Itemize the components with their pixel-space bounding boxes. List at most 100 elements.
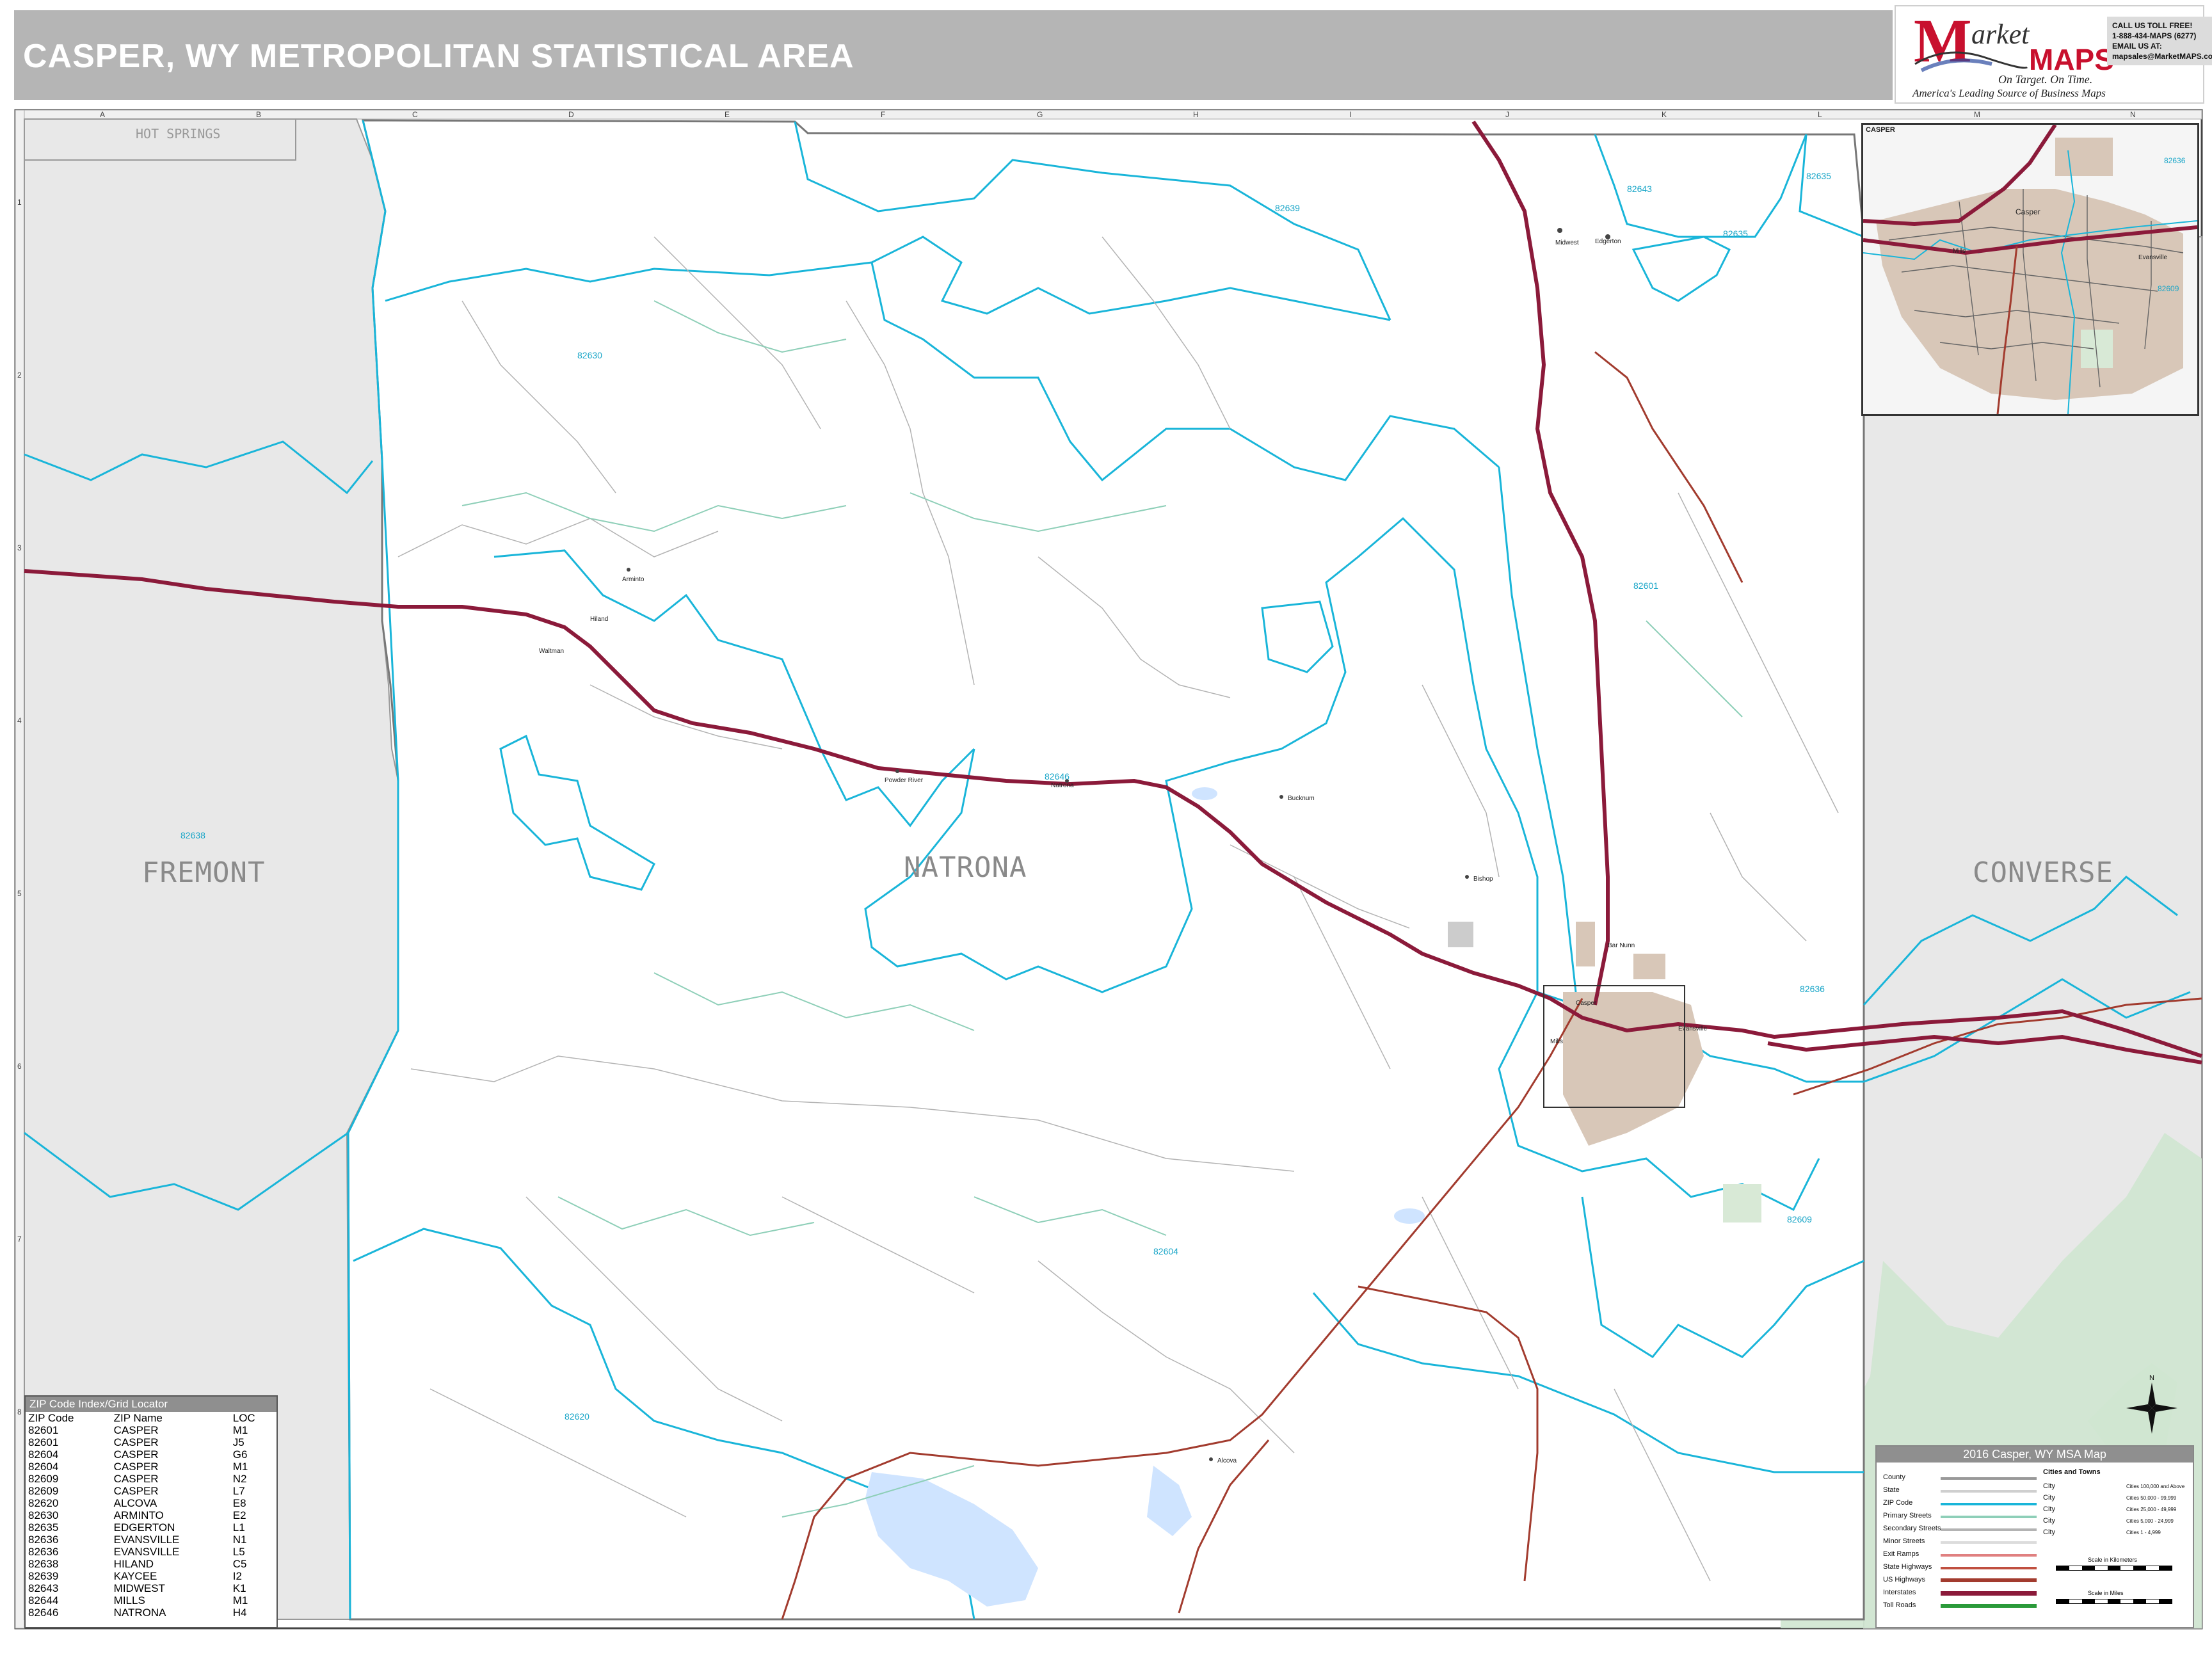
zip-name-cell: ARMINTO — [113, 1509, 164, 1521]
grid-col-n: N — [2130, 110, 2136, 119]
zip-name-cell: CASPER — [113, 1448, 159, 1461]
loc-cell: E2 — [232, 1509, 246, 1521]
grid-row-2: 2 — [17, 371, 22, 380]
grid-col-f: F — [881, 110, 885, 119]
contact-line[interactable]: mapsales@MarketMAPS.com — [2112, 51, 2212, 61]
grid-col-l: L — [1818, 110, 1822, 119]
logo-subtagline: America's Leading Source of Business Map… — [1912, 87, 2106, 99]
place-label-waltman: Waltman — [539, 648, 564, 655]
legend-item-zip: ZIP Code — [1883, 1499, 1913, 1507]
county-label-converse: CONVERSE — [1973, 856, 2113, 889]
casper-inset-map[interactable]: CASPER Casper Mills Evansville 82636 826… — [1861, 123, 2199, 416]
loc-cell: K1 — [232, 1582, 246, 1594]
loc-cell: N1 — [232, 1534, 247, 1546]
place-label-casper: Casper — [1576, 1000, 1597, 1007]
zip-table-header: ZIP Name — [113, 1412, 163, 1424]
zip-cell: 82638 — [28, 1558, 59, 1570]
natrona-county-area — [347, 119, 1865, 1621]
loc-cell: H4 — [232, 1607, 247, 1619]
grid-col-e: E — [725, 110, 730, 119]
map-legend: 2016 Casper, WY MSA Map County State ZIP… — [1875, 1445, 2194, 1628]
zip-cell: 82620 — [28, 1497, 59, 1509]
grid-row-4: 4 — [17, 716, 22, 725]
place-label-hiland: Hiland — [590, 616, 608, 623]
grid-col-i: I — [1349, 110, 1351, 119]
legend-item-county: County — [1883, 1473, 1905, 1481]
zip-label-82636: 82636 — [1800, 984, 1825, 994]
zip-name-cell: ALCOVA — [113, 1497, 157, 1509]
loc-cell: E8 — [232, 1497, 246, 1509]
table-row: 82609 CASPER L7 — [26, 1485, 276, 1497]
legend-swatch — [1941, 1528, 2037, 1531]
loc-cell: G6 — [232, 1448, 248, 1461]
table-row: 82644 MILLS M1 — [26, 1594, 276, 1607]
legend-item-state-hwy: State Highways — [1883, 1563, 1932, 1571]
inset-map-canvas: Casper Mills Evansville 82636 82609 — [1863, 125, 2197, 414]
zip-label-82635: 82635 — [1723, 228, 1748, 239]
grid-col-k: K — [1662, 110, 1667, 119]
table-row: 82604 CASPER G6 — [26, 1448, 276, 1461]
table-row: 82604 CASPER M1 — [26, 1461, 276, 1473]
zip-cell: 82636 — [28, 1546, 59, 1558]
contact-box: CALL US TOLL FREE! 1-888-434-MAPS (6277)… — [2107, 17, 2212, 65]
contact-line: 1-888-434-MAPS (6277) — [2112, 31, 2197, 40]
legend-item-us-hwy: US Highways — [1883, 1576, 1926, 1583]
place-label-midwest: Midwest — [1555, 239, 1579, 246]
grid-row-1: 1 — [17, 198, 22, 207]
zip-name-cell: MIDWEST — [113, 1582, 165, 1594]
zip-cell: 82609 — [28, 1485, 59, 1497]
legend-swatch — [1941, 1516, 2037, 1518]
brand-box: M arket MAPS On Target. On Time. America… — [1895, 5, 2212, 104]
table-row: 82620 ALCOVA E8 — [26, 1497, 276, 1509]
legend-city-sample: City — [2043, 1528, 2055, 1536]
table-row: 82636 EVANSVILLE N1 — [26, 1534, 276, 1546]
title-bar: CASPER, WY METROPOLITAN STATISTICAL AREA — [14, 10, 1893, 100]
logo-maps: MAPS — [2029, 43, 2114, 76]
legend-city-sample: City — [2043, 1505, 2055, 1513]
zip-name-cell: MILLS — [113, 1594, 145, 1607]
table-row: 82638 HILAND C5 — [26, 1558, 276, 1570]
legend-scale-mi: Scale in Miles — [2088, 1590, 2124, 1596]
table-row: 82601 CASPER M1 — [26, 1424, 276, 1436]
zip-label-82639: 82639 — [1275, 203, 1300, 213]
legend-scale-km: Scale in Kilometers — [2088, 1557, 2138, 1563]
svg-text:N: N — [2149, 1374, 2154, 1382]
zip-name-cell: EVANSVILLE — [113, 1534, 180, 1546]
legend-item-primary: Primary Streets — [1883, 1512, 1932, 1519]
loc-cell: M1 — [232, 1594, 248, 1607]
lake — [1192, 787, 1217, 800]
place-label-bishop: Bishop — [1473, 876, 1493, 883]
legend-city-range: Cities 5,000 - 24,999 — [2126, 1518, 2174, 1524]
zip-cell: 82604 — [28, 1448, 59, 1461]
zip-cell: 82635 — [28, 1521, 59, 1534]
legend-city-range: Cities 25,000 - 49,999 — [2126, 1507, 2177, 1512]
loc-cell: M1 — [232, 1424, 248, 1436]
zip-table-header-row: ZIP Code ZIP Name LOC — [26, 1412, 276, 1424]
place-label-natrona: Natrona — [1051, 782, 1074, 789]
loc-cell: L1 — [232, 1521, 245, 1534]
inset-zip-82609: 82609 — [2158, 284, 2179, 293]
zip-name-cell: CASPER — [113, 1436, 159, 1448]
zip-cell: 82604 — [28, 1461, 59, 1473]
zip-label-82630: 82630 — [577, 350, 602, 360]
table-row: 82630 ARMINTO E2 — [26, 1509, 276, 1521]
zip-code-index-table: ZIP Code Index/Grid Locator ZIP Code ZIP… — [24, 1395, 278, 1628]
legend-item-toll: Toll Roads — [1883, 1601, 1916, 1609]
zip-table-header: LOC — [232, 1412, 255, 1424]
legend-swatch — [1941, 1554, 2037, 1557]
zip-cell: 82643 — [28, 1582, 59, 1594]
legend-swatch — [1941, 1591, 2037, 1596]
loc-cell: M1 — [232, 1461, 248, 1473]
zip-cell: 82609 — [28, 1473, 59, 1485]
loc-cell: I2 — [232, 1570, 242, 1582]
logo-tagline: On Target. On Time. — [1998, 73, 2093, 86]
zip-cell: 82646 — [28, 1607, 59, 1619]
inset-label-casper: Casper — [2016, 207, 2040, 216]
zip-name-cell: CASPER — [113, 1473, 159, 1485]
grid-col-m: M — [1974, 110, 1980, 119]
zip-name-cell: CASPER — [113, 1461, 159, 1473]
loc-cell: L7 — [232, 1485, 245, 1497]
zip-name-cell: CASPER — [113, 1424, 159, 1436]
place-label-arminto: Arminto — [622, 576, 645, 583]
loc-cell: N2 — [232, 1473, 247, 1485]
